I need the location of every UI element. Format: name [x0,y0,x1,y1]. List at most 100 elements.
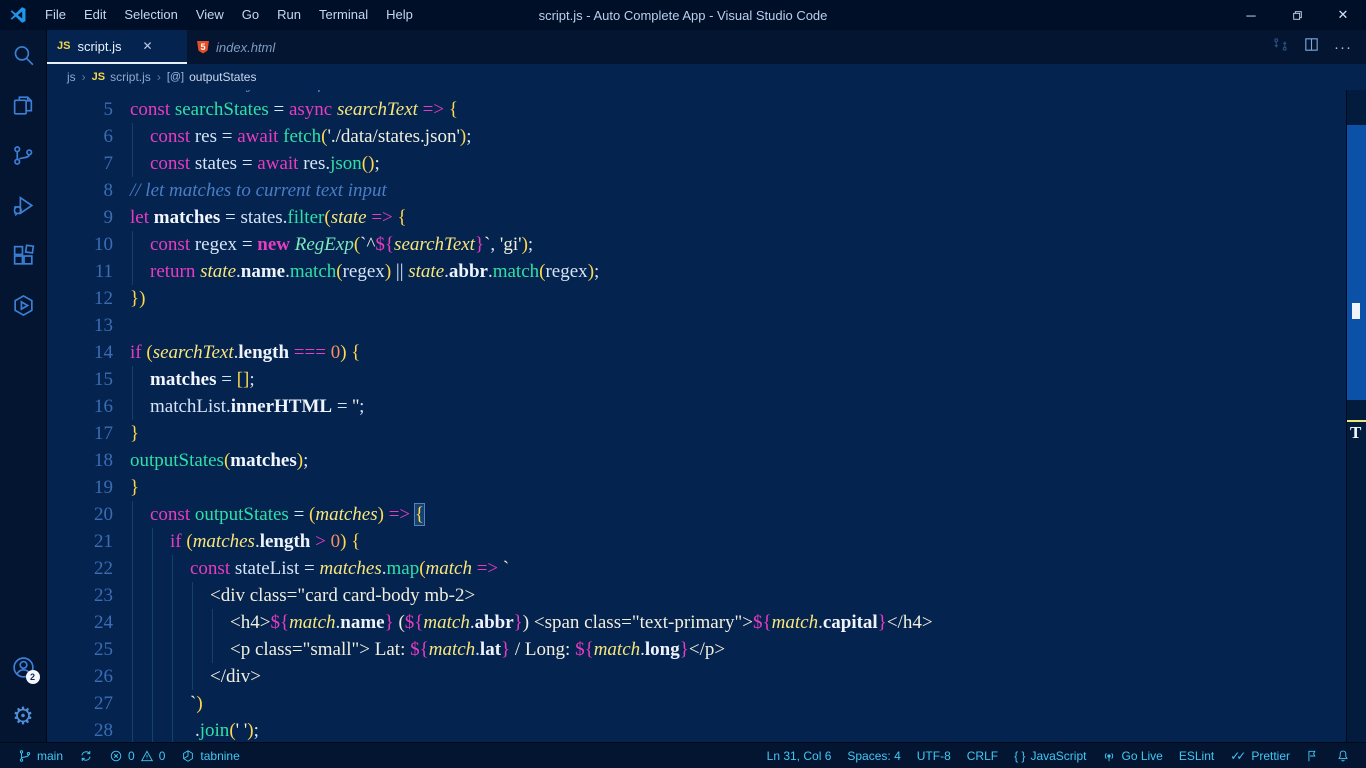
status-tabnine[interactable]: tabnine [173,743,247,768]
breadcrumb-item-outputStates[interactable]: [@]outputStates [167,70,257,84]
restore-button[interactable] [1274,0,1320,30]
status-label: 0 [159,749,166,763]
status-cursor-position[interactable]: Ln 31, Col 6 [759,743,840,768]
status-language-mode[interactable]: { }JavaScript [1006,743,1094,768]
menu-selection[interactable]: Selection [115,0,186,30]
scrollbar-thumb[interactable] [1347,125,1366,400]
menu-help[interactable]: Help [377,0,422,30]
code-line[interactable]: 5const searchStates = async searchText =… [47,96,1346,123]
menu-edit[interactable]: Edit [75,0,115,30]
code-text: <p class="small"> Lat: ${match.lat} / Lo… [130,636,725,663]
hexagon-extension-icon[interactable] [0,280,47,330]
code-line[interactable]: 13 [47,312,1346,339]
breadcrumb-item-js[interactable]: js [67,70,76,84]
code-editor[interactable]: 4// search states.json and filter it5con… [47,90,1347,742]
status-label: Prettier [1251,749,1290,763]
code-line[interactable]: 26</div> [47,663,1346,690]
accounts-badge: 2 [26,670,40,684]
status-label: Go Live [1121,749,1162,763]
code-text: <div class="card card-body mb-2> [130,582,475,609]
accounts-icon[interactable]: 2 [0,642,47,692]
search-icon[interactable] [0,30,47,80]
status-prettier[interactable]: ✓✓Prettier [1222,743,1298,768]
source-control-icon[interactable] [0,130,47,180]
code-line[interactable]: 25<p class="small"> Lat: ${match.lat} / … [47,636,1346,663]
menu-file[interactable]: File [36,0,75,30]
status-eol[interactable]: CRLF [959,743,1006,768]
code-text: let matches = states.filter(state => { [130,204,407,231]
status-label: ESLint [1179,749,1214,763]
tab-script.js[interactable]: JSscript.js✕ [47,30,187,64]
breadcrumb-label: script.js [110,70,151,84]
close-button[interactable]: ✕ [1320,0,1366,30]
breadcrumb-separator: › [82,70,86,84]
settings-gear-icon[interactable]: ⚙ [0,692,47,742]
code-line[interactable]: 12}) [47,285,1346,312]
code-line[interactable]: 15matches = []; [47,366,1346,393]
overview-cursor-marker [1352,303,1360,319]
code-line[interactable]: 14if (searchText.length === 0) { [47,339,1346,366]
status-notifications[interactable] [1328,743,1358,768]
line-number: 6 [47,123,113,150]
code-line[interactable]: 19} [47,474,1346,501]
tab-index.html[interactable]: 5index.html [187,30,327,64]
code-line[interactable]: 21if (matches.length > 0) { [47,528,1346,555]
minimap-letter: T [1350,423,1361,443]
breadcrumb-item-script.js[interactable]: JS script.js [92,70,151,84]
run-debug-icon[interactable] [0,180,47,230]
status-sync[interactable] [71,743,101,768]
code-line[interactable]: 27`) [47,690,1346,717]
symbol-method-icon: [@] [167,71,184,83]
code-text: return state.name.match(regex) || state.… [130,258,599,285]
code-line[interactable]: 10const regex = new RegExp(`^${searchTex… [47,231,1346,258]
menu-terminal[interactable]: Terminal [310,0,377,30]
code-line[interactable]: 8// let matches to current text input [47,177,1346,204]
explorer-icon[interactable] [0,80,47,130]
split-editor-icon[interactable] [1303,36,1320,58]
line-number: 8 [47,177,113,204]
minimize-button[interactable]: ─ [1228,0,1274,30]
code-line[interactable]: 28.join(' '); [47,717,1346,742]
status-bar: main 00tabnine Ln 31, Col 6 Spaces: 4 UTF-8… [0,742,1366,768]
status-eslint[interactable]: ESLint [1171,743,1222,768]
line-number: 23 [47,582,113,609]
status-encoding[interactable]: UTF-8 [909,743,959,768]
code-text: matchList.innerHTML = ''; [130,393,364,420]
line-number: 5 [47,96,113,123]
extensions-icon[interactable] [0,230,47,280]
code-line[interactable]: 22const stateList = matches.map(match =>… [47,555,1346,582]
line-number: 21 [47,528,113,555]
vscode-logo-icon[interactable] [8,5,28,25]
code-text: const outputStates = (matches) => { [130,501,424,528]
line-number: 7 [47,150,113,177]
code-line[interactable]: 23 <div class="card card-body mb-2> [47,582,1346,609]
code-line[interactable]: 20const outputStates = (matches) => { [47,501,1346,528]
code-line[interactable]: 18outputStates(matches); [47,447,1346,474]
status-git-branch[interactable]: main [10,743,71,768]
status-indentation[interactable]: Spaces: 4 [839,743,908,768]
menu-run[interactable]: Run [268,0,310,30]
status-label: UTF-8 [917,749,951,763]
code-line[interactable]: 17} [47,420,1346,447]
vscode-window: FileEditSelectionViewGoRunTerminalHelp s… [0,0,1366,768]
open-changes-icon[interactable] [1272,36,1289,58]
tab-close-icon[interactable]: ✕ [143,39,153,53]
js-icon: JS [92,71,105,83]
status-go-live[interactable]: Go Live [1094,743,1170,768]
menu-view[interactable]: View [187,0,233,30]
code-line[interactable]: 7const states = await res.json(); [47,150,1346,177]
more-actions-icon[interactable]: ··· [1334,39,1352,56]
scrollbar-track[interactable]: T [1347,90,1366,742]
line-number: 15 [47,366,113,393]
code-line[interactable]: 9let matches = states.filter(state => { [47,204,1346,231]
code-line[interactable]: 16matchList.innerHTML = ''; [47,393,1346,420]
code-line[interactable]: 11return state.name.match(regex) || stat… [47,258,1346,285]
status-label: Ln 31, Col 6 [767,749,832,763]
code-line[interactable]: 6const res = await fetch('./data/states.… [47,123,1346,150]
line-number: 18 [47,447,113,474]
code-line[interactable]: 24<h4>${match.name} (${match.abbr}) <spa… [47,609,1346,636]
menu-go[interactable]: Go [233,0,268,30]
status-problems[interactable]: 00 [101,743,173,768]
breadcrumb[interactable]: js›JSscript.js›[@]outputStates [47,64,1347,90]
status-feedback[interactable] [1298,743,1328,768]
